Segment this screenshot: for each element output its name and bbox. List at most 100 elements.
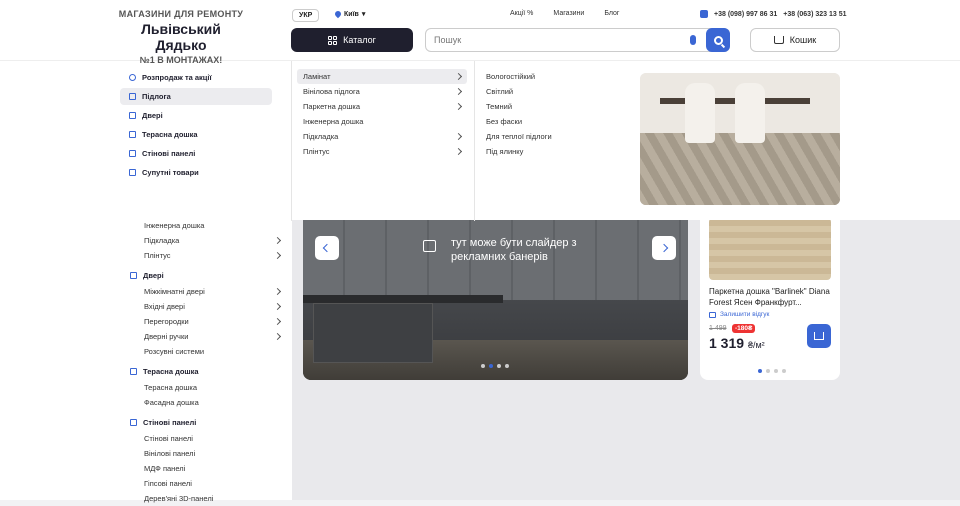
sidebar-item[interactable]: Плінтус: [0, 248, 292, 263]
phone-icon: [700, 10, 708, 18]
logo-name: Львівський Дядько: [141, 21, 221, 53]
menu-item-sale[interactable]: Розпродаж та акції: [120, 69, 272, 86]
logo-slogan: №1 В МОНТАЖАХ!: [139, 55, 223, 65]
phone-1[interactable]: +38 (098) 997 86 31: [714, 11, 777, 18]
submenu-item-engineered[interactable]: Інженерна дошка: [297, 114, 467, 129]
price-value: 1 319: [709, 335, 745, 351]
submenu-item-skirting[interactable]: Плінтус: [297, 144, 467, 159]
menu-item-label: Стінові панелі: [142, 149, 196, 158]
link-promotions[interactable]: Акції %: [510, 10, 533, 17]
sidebar-heading-doors[interactable]: Двері: [0, 266, 292, 284]
menu-item-accessories[interactable]: Супутні товари: [120, 164, 272, 181]
sidebar-heading-label: Стінові панелі: [143, 417, 197, 427]
menu-categories: Розпродаж та акції Підлога Двері Терасна…: [120, 69, 272, 183]
link-stores[interactable]: Магазини: [553, 10, 584, 17]
sidebar-item[interactable]: МДФ панелі: [0, 461, 292, 476]
sidebar-item[interactable]: Дверні ручки: [0, 329, 292, 344]
catalog-menu: Розпродаж та акції Підлога Двері Терасна…: [0, 60, 960, 221]
menu-item-label: Терасна дошка: [142, 130, 198, 139]
sidebar-heading-panels[interactable]: Стінові панелі: [0, 413, 292, 431]
menu-item-doors[interactable]: Двері: [120, 107, 272, 124]
site-logo[interactable]: МАГАЗИНИ ДЛЯ РЕМОНТУ Львівський Дядько №…: [118, 9, 244, 65]
slider-dot[interactable]: [766, 369, 770, 373]
sidebar-item[interactable]: Вхідні двері: [0, 299, 292, 314]
slider-dot[interactable]: [774, 369, 778, 373]
submenu-item-underlay[interactable]: Підкладка: [297, 129, 467, 144]
sidebar-item[interactable]: Фасадна дошка: [0, 395, 292, 410]
review-label: Залишити відгук: [720, 311, 770, 318]
sidebar-item[interactable]: Дерев'яні 3D-панелі: [0, 491, 292, 506]
language-switch[interactable]: УКР: [292, 9, 320, 22]
sidebar-item-label: Інженерна дошка: [144, 221, 205, 230]
menu-item-terrace[interactable]: Терасна дошка: [120, 126, 272, 143]
sidebar-item[interactable]: Перегородки: [0, 314, 292, 329]
search-button[interactable]: [706, 28, 730, 52]
terrace-icon: [130, 367, 137, 375]
microphone-icon[interactable]: [690, 35, 696, 45]
submenu-label: Вінілова підлога: [303, 87, 360, 96]
filter-link[interactable]: Вологостійкий: [486, 69, 626, 84]
menu-item-label: Двері: [142, 111, 163, 120]
catalog-button[interactable]: Каталог: [291, 28, 413, 52]
sidebar-item[interactable]: Гіпсові панелі: [0, 476, 292, 491]
review-link[interactable]: Залишити відгук: [709, 311, 769, 318]
door-icon: [129, 112, 136, 119]
sidebar-item[interactable]: Розсувні системи: [0, 344, 292, 359]
sidebar-item[interactable]: Міжкімнатні двері: [0, 284, 292, 299]
sidebar-heading-label: Двері: [143, 270, 164, 280]
filter-link[interactable]: Темний: [486, 99, 626, 114]
slider-dot[interactable]: [489, 364, 493, 368]
promo-chair: [735, 83, 765, 143]
sidebar-item-label: Розсувні системи: [144, 347, 205, 356]
slider-next-button[interactable]: [652, 236, 676, 260]
discount-badge: -180₴: [732, 324, 756, 333]
menu-item-label: Супутні товари: [142, 168, 199, 177]
chevron-right-icon: [273, 236, 282, 245]
sidebar-item[interactable]: Терасна дошка: [0, 380, 292, 395]
chevron-right-icon: [454, 132, 463, 141]
filter-link[interactable]: Без фаски: [486, 114, 626, 129]
image-icon: [423, 240, 436, 252]
product-image[interactable]: [709, 218, 831, 280]
phones: +38 (098) 997 86 31 +38 (063) 323 13 51: [700, 10, 847, 18]
cart-icon: [814, 332, 824, 340]
submenu-item-vinyl[interactable]: Вінілова підлога: [297, 84, 467, 99]
slider-prev-button[interactable]: [315, 236, 339, 260]
promo-image[interactable]: [640, 73, 840, 205]
sidebar-item[interactable]: Підкладка: [0, 233, 292, 248]
sidebar-heading-terrace[interactable]: Терасна дошка: [0, 362, 292, 380]
filter-link[interactable]: Світлий: [486, 84, 626, 99]
slider-dot[interactable]: [758, 369, 762, 373]
sale-icon: [129, 74, 136, 81]
slider-dot[interactable]: [505, 364, 509, 368]
sidebar-item[interactable]: Вінілові панелі: [0, 446, 292, 461]
phone-2[interactable]: +38 (063) 323 13 51: [783, 11, 846, 18]
filter-link[interactable]: Для теплої підлоги: [486, 129, 626, 144]
product-card[interactable]: Паркетна дошка "Barlinek" Diana Forest Я…: [700, 210, 840, 380]
slider-dot[interactable]: [497, 364, 501, 368]
menu-item-floor[interactable]: Підлога: [120, 88, 272, 105]
slider-dot[interactable]: [782, 369, 786, 373]
cart-button[interactable]: Кошик: [750, 28, 840, 52]
chevron-right-icon: [454, 72, 463, 81]
sidebar-heading-label: Терасна дошка: [143, 366, 199, 376]
site-header: МАГАЗИНИ ДЛЯ РЕМОНТУ Львівський Дядько №…: [0, 0, 960, 65]
city-selector[interactable]: Київ ▾: [333, 9, 365, 19]
terrace-icon: [129, 131, 136, 138]
menu-item-panels[interactable]: Стінові панелі: [120, 145, 272, 162]
chevron-right-icon: [454, 102, 463, 111]
submenu-label: Ламінат: [303, 72, 331, 81]
submenu-item-laminate[interactable]: Ламінат: [297, 69, 467, 84]
link-blog[interactable]: Блог: [604, 10, 619, 17]
search-input[interactable]: [434, 35, 674, 45]
sidebar-item-label: Підкладка: [144, 236, 180, 245]
filter-link[interactable]: Під ялинку: [486, 144, 626, 159]
sidebar-item[interactable]: Стінові панелі: [0, 431, 292, 446]
hero-banner[interactable]: тут може бути слайдер з рекламних банері…: [303, 210, 688, 380]
add-to-cart-button[interactable]: [807, 324, 831, 348]
submenu-item-parquet[interactable]: Паркетна дошка: [297, 99, 467, 114]
slider-dot[interactable]: [481, 364, 485, 368]
sidebar-item-label: МДФ панелі: [144, 464, 186, 473]
product-name[interactable]: Паркетна дошка "Barlinek" Diana Forest Я…: [709, 286, 833, 308]
sidebar-item[interactable]: Інженерна дошка: [0, 218, 292, 233]
